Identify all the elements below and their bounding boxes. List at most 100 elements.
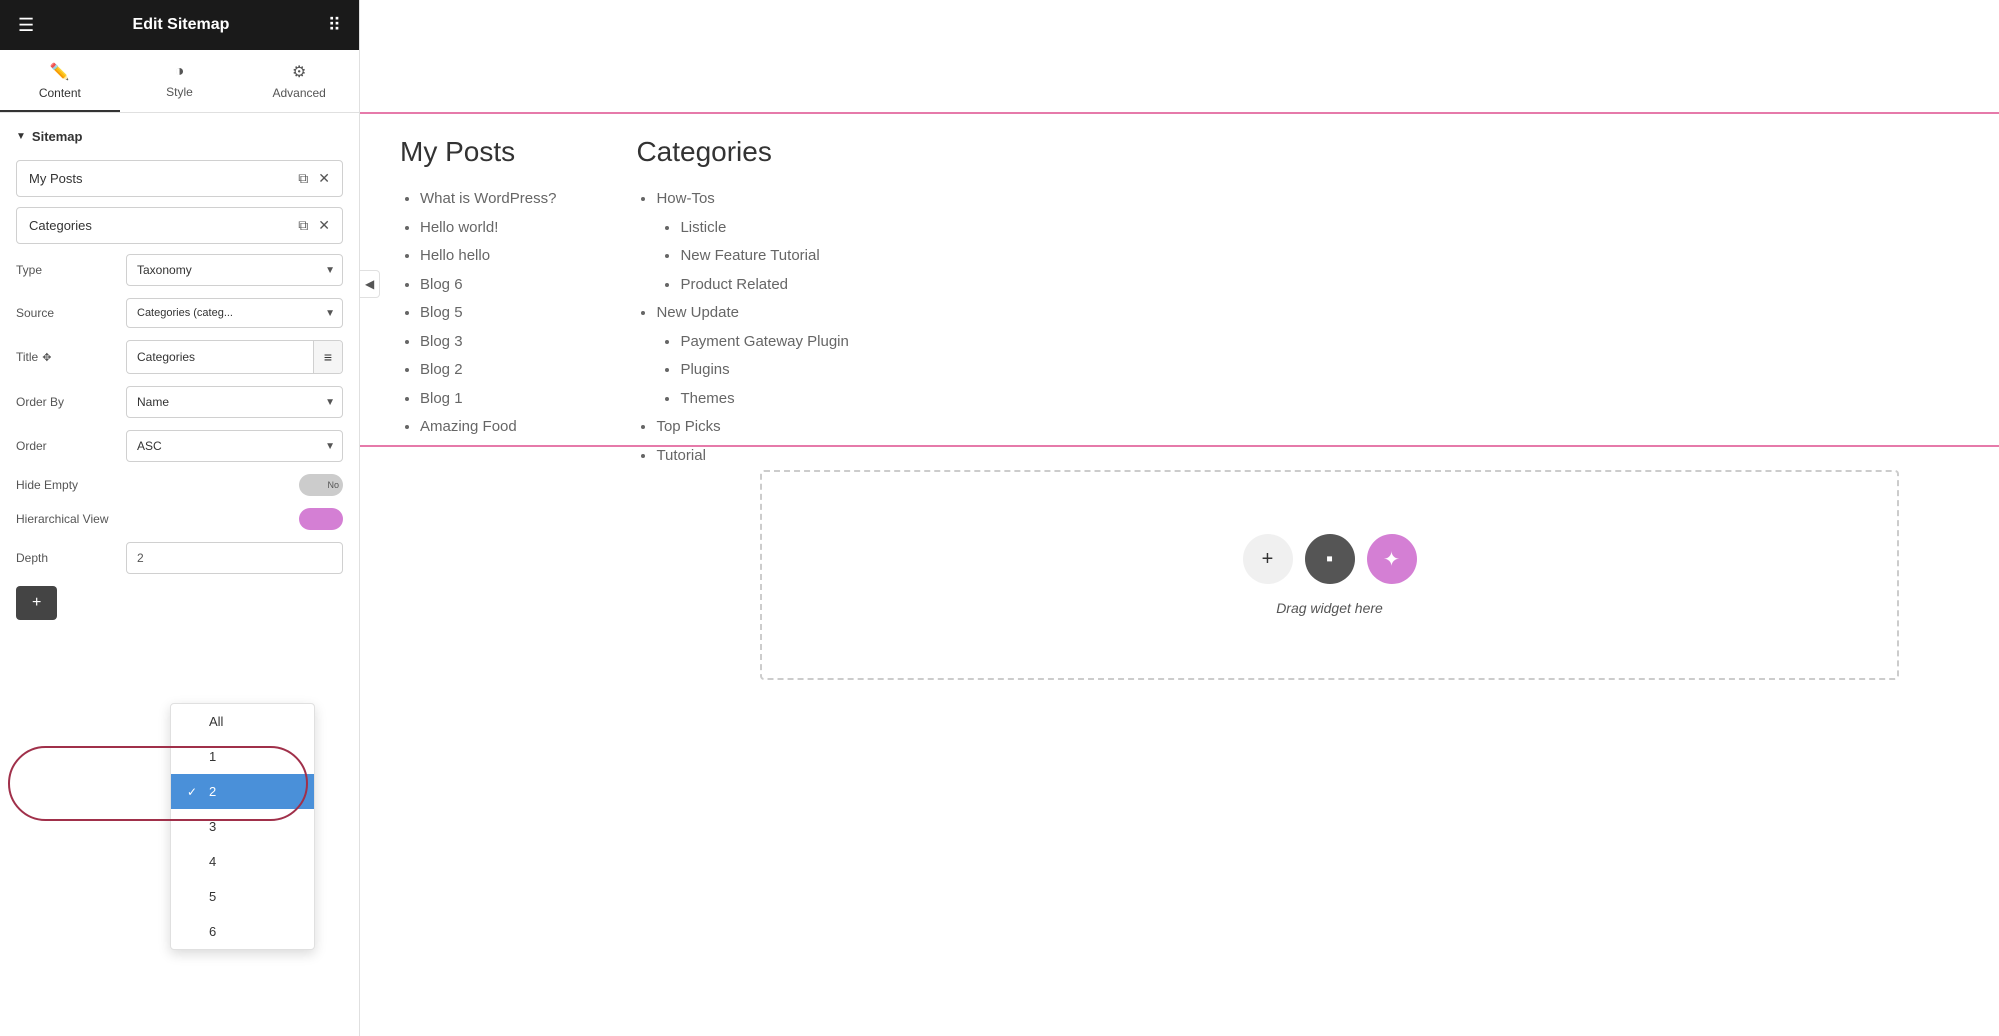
hierarchical-toggle-wrapper (126, 508, 343, 530)
hierarchical-view-row: Hierarchical View (16, 508, 343, 530)
list-item: Product Related (680, 274, 848, 297)
content-icon: ✏️ (50, 62, 70, 82)
source-field-row: Source Categories (categ... Tags ▼ (16, 298, 343, 328)
categories-delete-btn[interactable]: ✕ (314, 213, 334, 238)
categories-copy-btn[interactable]: ⧉ (294, 213, 312, 238)
folder-btn[interactable]: ▪ (1305, 534, 1355, 584)
order-by-field-row: Order By Name Date ID ▼ (16, 386, 343, 418)
drag-buttons: + ▪ ✦ (1243, 534, 1417, 584)
categories-actions: ⧉ ✕ (294, 213, 342, 238)
sparkle-btn[interactable]: ✦ (1367, 534, 1417, 584)
title-label: Title ✥ (16, 350, 126, 364)
type-select[interactable]: Taxonomy Post Type (126, 254, 343, 286)
order-select[interactable]: ASC DESC (126, 430, 343, 462)
tabs-bar: ✏️ Content ◑ Style ⚙ Advanced (0, 50, 359, 113)
dropdown-item-3[interactable]: 3 (171, 809, 314, 844)
dropdown-item-6[interactable]: 6 (171, 914, 314, 949)
title-field-wrapper: ≡ (126, 340, 343, 374)
title-align-btn[interactable]: ≡ (313, 341, 342, 373)
canvas-area: My Posts What is WordPress? Hello world!… (360, 0, 1999, 1036)
dropdown-item-1[interactable]: 1 (171, 739, 314, 774)
sidebar-title: Edit Sitemap (133, 16, 230, 34)
dropdown-item-2[interactable]: ✓ 2 (171, 774, 314, 809)
section-title-sitemap: ▼ Sitemap (16, 129, 343, 144)
source-select[interactable]: Categories (categ... Tags (126, 298, 343, 328)
my-posts-input[interactable] (17, 161, 294, 196)
order-by-select-wrapper: Name Date ID ▼ (126, 386, 343, 418)
list-item: What is WordPress? (420, 188, 556, 211)
pink-border-top (360, 112, 1999, 114)
list-item: Blog 3 (420, 331, 556, 354)
list-item: Blog 2 (420, 359, 556, 382)
list-item: Hello hello (420, 245, 556, 268)
drag-label: Drag widget here (1276, 600, 1383, 616)
list-item: New Update Payment Gateway Plugin Plugin… (656, 302, 848, 410)
my-posts-column: My Posts What is WordPress? Hello world!… (400, 136, 556, 677)
order-by-label: Order By (16, 395, 126, 409)
tab-style[interactable]: ◑ Style (120, 50, 240, 112)
main-content: My Posts What is WordPress? Hello world!… (360, 0, 1999, 1036)
my-posts-title: My Posts (400, 136, 556, 168)
dropdown-item-all[interactable]: All (171, 704, 314, 739)
title-input[interactable] (127, 342, 313, 372)
pink-border-bottom (360, 445, 1999, 447)
list-item: Top Picks (656, 416, 848, 439)
my-posts-copy-btn[interactable]: ⧉ (294, 166, 312, 191)
advanced-icon: ⚙ (292, 62, 306, 82)
hide-empty-row: Hide Empty No (16, 474, 343, 496)
sidebar-header: ☰ Edit Sitemap ⠿ (0, 0, 359, 50)
hide-empty-toggle-wrapper: No (126, 474, 343, 496)
hierarchical-control (126, 508, 343, 530)
categories-input[interactable] (17, 208, 294, 243)
list-item: Themes (680, 388, 848, 411)
hide-empty-control: No (126, 474, 343, 496)
collapse-panel-btn[interactable]: ◀ (360, 270, 380, 298)
title-control: ≡ (126, 340, 343, 374)
sidebar: ☰ Edit Sitemap ⠿ ✏️ Content ◑ Style ⚙ Ad… (0, 0, 360, 1036)
list-item: Blog 1 (420, 388, 556, 411)
order-by-control: Name Date ID ▼ (126, 386, 343, 418)
hierarchical-slider (299, 508, 343, 530)
add-widget-btn[interactable]: + (1243, 534, 1293, 584)
type-select-wrapper: Taxonomy Post Type ▼ (126, 254, 343, 286)
title-field-row: Title ✥ ≡ (16, 340, 343, 374)
order-by-select[interactable]: Name Date ID (126, 386, 343, 418)
type-field-row: Type Taxonomy Post Type ▼ (16, 254, 343, 286)
order-select-wrapper: ASC DESC ▼ (126, 430, 343, 462)
categories-list: How-Tos Listicle New Feature Tutorial Pr… (636, 188, 848, 467)
depth-row: Depth 2 (16, 542, 343, 574)
depth-display[interactable]: 2 (126, 542, 343, 574)
hierarchical-label: Hierarchical View (16, 512, 126, 526)
check-2: ✓ (187, 785, 201, 799)
order-label: Order (16, 439, 126, 453)
toggle-slider: No (299, 474, 343, 496)
order-control: ASC DESC ▼ (126, 430, 343, 462)
my-posts-list: What is WordPress? Hello world! Hello he… (400, 188, 556, 439)
list-item: New Feature Tutorial (680, 245, 848, 268)
list-item: Hello world! (420, 217, 556, 240)
hamburger-icon[interactable]: ☰ (18, 15, 34, 36)
grid-icon[interactable]: ⠿ (328, 15, 341, 36)
type-control: Taxonomy Post Type ▼ (126, 254, 343, 286)
title-move-icon: ✥ (42, 351, 51, 364)
tab-advanced[interactable]: ⚙ Advanced (239, 50, 359, 112)
depth-control: 2 (126, 542, 343, 574)
style-icon: ◑ (175, 63, 185, 81)
sidebar-content: ▼ Sitemap ⧉ ✕ ⧉ ✕ Type Taxo (0, 113, 359, 1036)
tab-content[interactable]: ✏️ Content (0, 50, 120, 112)
order-field-row: Order ASC DESC ▼ (16, 430, 343, 462)
my-posts-delete-btn[interactable]: ✕ (314, 166, 334, 191)
list-item: Tutorial (656, 445, 848, 468)
hierarchical-toggle[interactable] (299, 508, 343, 530)
drag-widget-area: + ▪ ✦ Drag widget here (760, 470, 1899, 680)
dropdown-item-4[interactable]: 4 (171, 844, 314, 879)
add-button[interactable]: + (16, 586, 57, 620)
list-item: Listicle (680, 217, 848, 240)
hide-empty-toggle[interactable]: No (299, 474, 343, 496)
categories-input-row: ⧉ ✕ (16, 207, 343, 244)
dropdown-item-5[interactable]: 5 (171, 879, 314, 914)
section-label: Sitemap (32, 129, 83, 144)
list-item: How-Tos Listicle New Feature Tutorial Pr… (656, 188, 848, 296)
depth-label: Depth (16, 551, 126, 565)
tab-content-label: Content (39, 86, 81, 100)
